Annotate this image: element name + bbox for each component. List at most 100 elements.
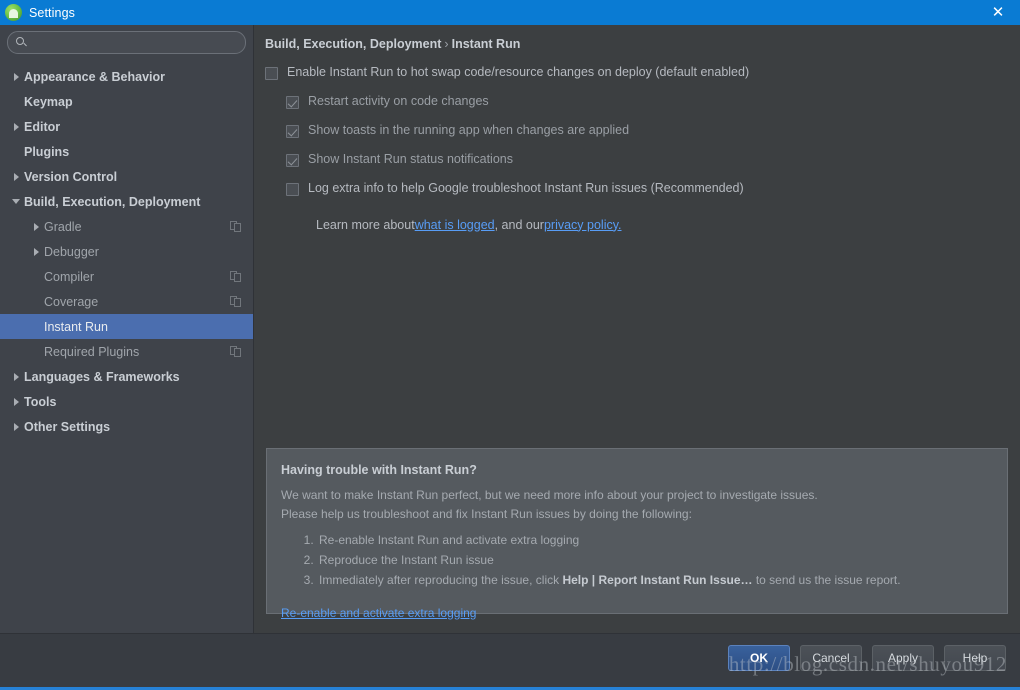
sidebar-item-coverage[interactable]: Coverage — [0, 289, 253, 314]
dialog-buttons: OK Cancel Apply Help — [728, 645, 1006, 671]
sidebar-item-required-plugins[interactable]: Required Plugins — [0, 339, 253, 364]
re-enable-logging-link[interactable]: Re-enable and activate extra logging — [281, 606, 476, 620]
sidebar-item-label: Version Control — [24, 169, 118, 184]
option-label: Show toasts in the running app when chan… — [308, 123, 630, 137]
trouble-panel: Having trouble with Instant Run? We want… — [266, 448, 1008, 620]
checkbox-checked-icon[interactable] — [286, 125, 299, 138]
sidebar-item-label: Build, Execution, Deployment — [24, 194, 201, 209]
learn-more-middle: , and our — [494, 217, 544, 232]
trouble-paragraph-line2: Please help us troubleshoot and fix Inst… — [281, 507, 692, 521]
sidebar-item-label: Gradle — [44, 219, 82, 234]
chevron-right-icon[interactable] — [28, 247, 44, 256]
settings-content: Build, Execution, Deployment › Instant Run… — [255, 25, 1020, 633]
sidebar-item-label: Compiler — [44, 269, 95, 284]
trouble-step: Immediately after reproducing the issue,… — [317, 570, 991, 590]
android-studio-icon — [5, 4, 22, 21]
module-icon — [230, 346, 241, 357]
module-icon — [230, 221, 241, 232]
sidebar-item-label: Plugins — [24, 144, 70, 159]
checkbox-checked-icon[interactable] — [286, 96, 299, 109]
checkbox-unchecked-icon[interactable] — [286, 183, 299, 196]
settings-sidebar: Appearance & Behavior Keymap Editor Plugins… — [0, 25, 254, 633]
dialog-footer: OK Cancel Apply Help — [0, 633, 1020, 687]
option-label: Enable Instant Run to hot swap code/reso… — [287, 65, 750, 79]
breadcrumb: Build, Execution, Deployment › Instant Run — [265, 37, 520, 51]
sidebar-item-label: Other Settings — [24, 419, 111, 434]
sidebar-item-label: Keymap — [24, 94, 73, 109]
search-icon — [16, 37, 27, 48]
trouble-step-text: Re-enable Instant Run and activate extra… — [319, 533, 580, 547]
sidebar-item-label: Instant Run — [44, 319, 108, 334]
sidebar-item-other-settings[interactable]: Other Settings — [0, 414, 253, 439]
checkbox-unchecked-icon[interactable] — [265, 67, 278, 80]
sidebar-item-tools[interactable]: Tools — [0, 389, 253, 414]
chevron-right-icon[interactable] — [8, 172, 24, 181]
learn-more-prefix: Learn more about — [316, 217, 415, 232]
chevron-down-icon[interactable] — [8, 199, 24, 204]
sidebar-item-instant-run[interactable]: Instant Run — [0, 314, 253, 339]
what-is-logged-link[interactable]: what is logged — [415, 218, 495, 232]
trouble-heading: Having trouble with Instant Run? — [281, 463, 477, 477]
sidebar-item-label: Editor — [24, 119, 61, 134]
chevron-right-icon[interactable] — [28, 222, 44, 231]
chevron-right-icon[interactable] — [8, 72, 24, 81]
chevron-right-icon[interactable] — [8, 372, 24, 381]
sidebar-item-editor[interactable]: Editor — [0, 114, 253, 139]
trouble-step-text: Immediately after reproducing the issue,… — [319, 573, 563, 587]
trouble-steps: Re-enable Instant Run and activate extra… — [281, 530, 991, 590]
ok-button[interactable]: OK — [728, 645, 790, 671]
breadcrumb-separator-icon: › — [444, 37, 449, 51]
option-row[interactable]: Log extra info to help Google troublesho… — [265, 181, 1008, 210]
chevron-right-icon[interactable] — [8, 422, 24, 431]
apply-button[interactable]: Apply — [872, 645, 934, 671]
breadcrumb-current: Instant Run — [451, 37, 521, 51]
sidebar-item-label: Required Plugins — [44, 344, 140, 359]
settings-dialog: Settings ✕ Appearance & Behavior Keymap Ed… — [0, 0, 1020, 690]
sidebar-item-debugger[interactable]: Debugger — [0, 239, 253, 264]
sidebar-item-plugins[interactable]: Plugins — [0, 139, 253, 164]
sidebar-item-label: Debugger — [44, 244, 99, 259]
module-icon — [230, 271, 241, 282]
trouble-step-text: Reproduce the Instant Run issue — [319, 553, 494, 567]
module-icon — [230, 296, 241, 307]
search-input[interactable] — [32, 35, 237, 50]
sidebar-item-label: Tools — [24, 394, 57, 409]
sidebar-item-languages-frameworks[interactable]: Languages & Frameworks — [0, 364, 253, 389]
trouble-step: Reproduce the Instant Run issue — [317, 550, 991, 570]
help-button[interactable]: Help — [944, 645, 1006, 671]
search-container — [0, 25, 253, 54]
sidebar-item-label: Coverage — [44, 294, 99, 309]
sidebar-item-compiler[interactable]: Compiler — [0, 264, 253, 289]
window-title: Settings — [29, 5, 75, 20]
trouble-bottom-link-row: Re-enable and activate extra logging — [281, 606, 991, 620]
sidebar-item-version-control[interactable]: Version Control — [0, 164, 253, 189]
privacy-policy-link[interactable]: privacy policy. — [544, 218, 622, 232]
sidebar-item-gradle[interactable]: Gradle — [0, 214, 253, 239]
option-label: Show Instant Run status notifications — [308, 152, 513, 166]
option-row[interactable]: Show toasts in the running app when chan… — [265, 123, 1008, 152]
option-label: Log extra info to help Google troublesho… — [308, 181, 744, 195]
trouble-step-text-after: to send us the issue report. — [752, 573, 901, 587]
close-icon[interactable]: ✕ — [976, 0, 1020, 25]
cancel-button[interactable]: Cancel — [800, 645, 862, 671]
trouble-paragraph-line1: We want to make Instant Run perfect, but… — [281, 488, 818, 502]
trouble-step: Re-enable Instant Run and activate extra… — [317, 530, 991, 550]
sidebar-item-label: Languages & Frameworks — [24, 369, 180, 384]
breadcrumb-parent[interactable]: Build, Execution, Deployment — [265, 37, 441, 51]
sidebar-item-build-execution-deployment[interactable]: Build, Execution, Deployment — [0, 189, 253, 214]
search-box[interactable] — [7, 31, 246, 54]
option-row[interactable]: Restart activity on code changes — [265, 94, 1008, 123]
option-row[interactable]: Enable Instant Run to hot swap code/reso… — [265, 65, 1008, 94]
options-list: Enable Instant Run to hot swap code/reso… — [265, 65, 1008, 239]
chevron-right-icon[interactable] — [8, 397, 24, 406]
settings-tree: Appearance & Behavior Keymap Editor Plugins… — [0, 64, 253, 439]
title-bar: Settings ✕ — [0, 0, 1020, 25]
checkbox-checked-icon[interactable] — [286, 154, 299, 167]
chevron-right-icon[interactable] — [8, 122, 24, 131]
option-row[interactable]: Show Instant Run status notifications — [265, 152, 1008, 181]
trouble-step-bold: Help | Report Instant Run Issue… — [562, 573, 753, 587]
option-label: Restart activity on code changes — [308, 94, 489, 108]
sidebar-item-keymap[interactable]: Keymap — [0, 89, 253, 114]
sidebar-item-appearance-behavior[interactable]: Appearance & Behavior — [0, 64, 253, 89]
learn-more-row: Learn more about what is logged, and our… — [265, 210, 1008, 239]
